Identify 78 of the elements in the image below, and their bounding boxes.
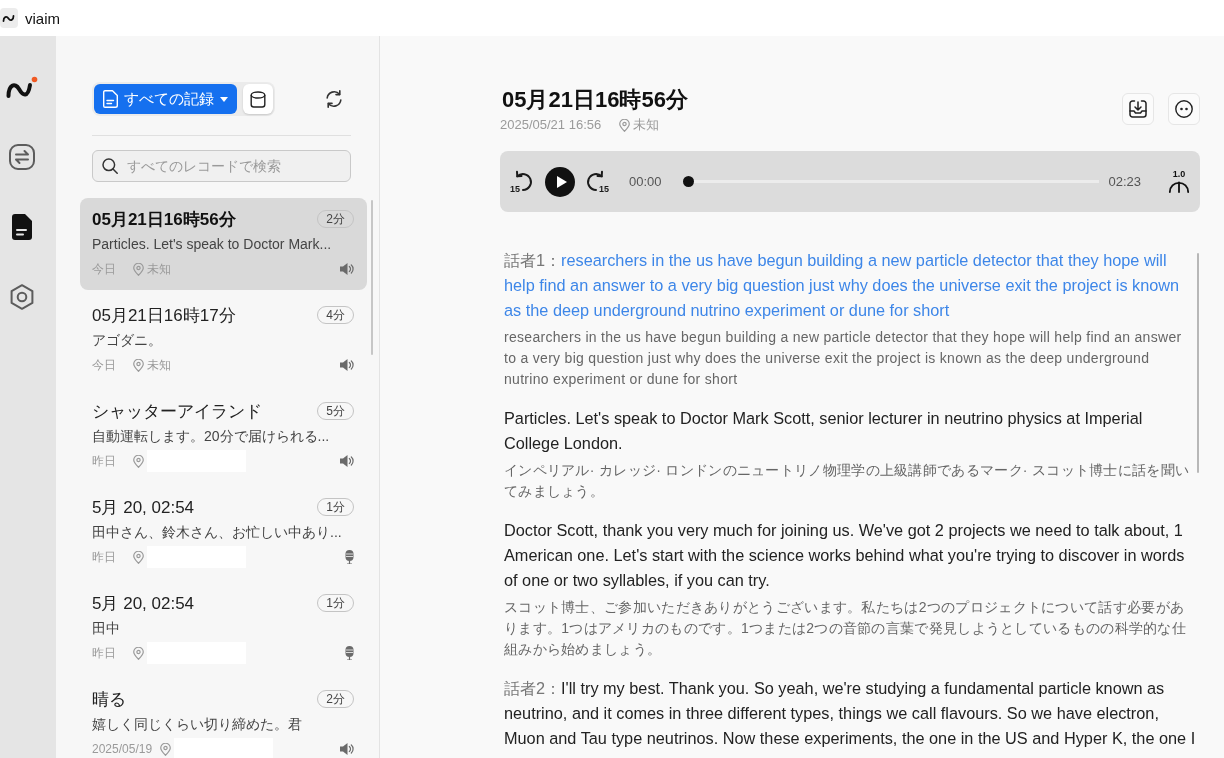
location-pin-icon bbox=[160, 742, 172, 756]
refresh-icon[interactable] bbox=[324, 89, 344, 109]
location-pin-icon bbox=[133, 550, 144, 564]
download-tray-icon bbox=[1129, 100, 1147, 118]
recording-item[interactable]: 5月 20, 02:54 1分 田中さん、鈴木さん、お忙しい中あり... 昨日 bbox=[80, 486, 367, 578]
more-button[interactable] bbox=[1168, 93, 1200, 125]
location-pin-icon bbox=[133, 454, 144, 468]
forward-button[interactable]: 15 bbox=[585, 169, 609, 194]
recording-title: 05月21日16時17分 bbox=[92, 304, 236, 327]
play-button[interactable] bbox=[545, 166, 575, 197]
scrollbar[interactable] bbox=[1197, 253, 1199, 473]
seek-thumb[interactable] bbox=[682, 176, 694, 187]
scrollbar[interactable] bbox=[371, 200, 373, 355]
recording-item[interactable]: 晴る 2分 嬉しく同じくらい切り締めた。君 2025/05/19 bbox=[80, 678, 367, 758]
speaker-icon bbox=[340, 263, 354, 275]
location-pin-icon bbox=[133, 358, 144, 372]
recording-item[interactable]: シャッターアイランド 5分 自動運転します。20分で届けられる... 昨日 bbox=[80, 390, 367, 482]
recording-title: シャッターアイランド bbox=[92, 400, 262, 423]
translation-text: researchers in the us have begun building a new particle detector that they hope will help find an answer to a very big question just why does the universe exit the project is known as the deep underground nutrino experiment or dune for short bbox=[504, 328, 1183, 389]
speed-button[interactable]: 1.0 bbox=[1168, 170, 1190, 193]
microphone-icon bbox=[345, 646, 354, 660]
recording-title: 05月21日16時56分 bbox=[92, 208, 236, 231]
recording-preview: 田中 bbox=[92, 619, 121, 638]
location-pin-icon bbox=[133, 646, 144, 660]
recording-title: 晴る bbox=[92, 688, 126, 711]
recording-heading: 05月21日16時56分 bbox=[502, 86, 688, 114]
recording-preview: 自動運転します。20分で届けられる... bbox=[92, 427, 331, 446]
filter-dropdown[interactable]: すべての記録 bbox=[94, 84, 237, 114]
document-icon[interactable] bbox=[12, 214, 32, 240]
recording-item[interactable]: 05月21日16時56分 2分 Particles. Let's speak to Doctor Mark... 今日 未知 bbox=[80, 198, 367, 290]
recording-location: 未知 bbox=[147, 356, 171, 374]
more-icon bbox=[1175, 100, 1193, 118]
total-time: 02:23 bbox=[1108, 174, 1141, 189]
recording-preview: アゴダニ。 bbox=[92, 331, 163, 350]
recording-date: 今日 bbox=[92, 260, 117, 278]
gauge-icon bbox=[1168, 179, 1190, 193]
app-title: viaim bbox=[25, 9, 60, 27]
recording-location: 未知 bbox=[633, 116, 660, 134]
download-button[interactable] bbox=[1122, 93, 1154, 125]
rewind-button[interactable]: 15 bbox=[510, 169, 534, 194]
play-icon bbox=[556, 175, 567, 188]
recording-date: 2025/05/19 bbox=[92, 742, 153, 756]
storage-button[interactable] bbox=[243, 84, 273, 114]
transcript-text: Doctor Scott, thank you very much for joining us. We've got 2 projects we need to talk about, 1 American one. Let's start with the science works behind what you're trying to discover in words of one or two syllables, if you can try. bbox=[504, 520, 1186, 591]
wave-logo-icon bbox=[6, 76, 38, 100]
translation-text: インペリアル· カレッジ· ロンドンのニュートリノ物理学の上級講師であるマーク· スコット博士に話を聞いてみましょう。 bbox=[504, 461, 1191, 501]
caret-down-icon bbox=[220, 96, 228, 102]
app-logo-icon bbox=[0, 8, 18, 28]
recording-item[interactable]: 05月21日16時17分 4分 アゴダニ。 今日 未知 bbox=[80, 294, 367, 386]
transcript-text: 話者1：researchers in the us have begun building a new particle detector that they hope will help find an answer to a very big question just why does the universe exit the project is known as the deep underground nutrino experiment or dune for short bbox=[504, 250, 1181, 321]
speaker-icon bbox=[340, 359, 354, 371]
speaker-icon bbox=[340, 743, 354, 755]
transcript-text: 話者2：I'll try my best. Thank you. So yeah, we're studying a fundamental particle known as neutrino, and it comes in three different types, things we call flavours. So we have electron, Muon and Tau type neutrinos. Now these experiments, the one in the US and Hyper K, the one I bbox=[504, 678, 1197, 749]
recording-preview: Particles. Let's speak to Doctor Mark... bbox=[92, 235, 333, 254]
search-field[interactable]: すべてのレコードで検索 bbox=[92, 150, 351, 182]
recording-item[interactable]: 5月 20, 02:54 1分 田中 昨日 bbox=[80, 582, 367, 674]
document-icon bbox=[103, 90, 118, 108]
swap-arrows-icon[interactable] bbox=[9, 144, 35, 170]
speaker-icon bbox=[340, 455, 354, 467]
cylinder-icon bbox=[250, 90, 266, 108]
location-pin-icon bbox=[133, 262, 144, 276]
recording-date: 昨日 bbox=[92, 452, 117, 470]
recording-date: 今日 bbox=[92, 356, 117, 374]
recording-timestamp: 2025/05/21 16:56 bbox=[500, 116, 602, 134]
location-pin-icon bbox=[619, 118, 631, 132]
recording-title: 5月 20, 02:54 bbox=[92, 592, 195, 615]
search-icon bbox=[102, 158, 118, 174]
settings-icon[interactable] bbox=[9, 284, 35, 310]
recording-title: 5月 20, 02:54 bbox=[92, 496, 195, 519]
transcript-text: Particles. Let's speak to Doctor Mark Scott, senior lecturer in neutrino physics at Imperial College London. bbox=[504, 408, 1144, 454]
recording-preview: 嬉しく同じくらい切り締めた。君 bbox=[92, 715, 303, 734]
recording-date: 昨日 bbox=[92, 644, 117, 662]
recording-location: 未知 bbox=[147, 260, 171, 278]
elapsed-time: 00:00 bbox=[629, 174, 662, 189]
recording-date: 昨日 bbox=[92, 548, 117, 566]
recording-preview: 田中さん、鈴木さん、お忙しい中あり... bbox=[92, 523, 343, 542]
microphone-icon bbox=[345, 550, 354, 564]
translation-text: スコット博士、ご参加いただきありがとうございます。私たちは2つのプロジェクトについて話す必要があります。1つはアメリカのものです。1つまたは2つの音節の言葉で発見しようとしているものの科学的な仕組みから始めましょう。 bbox=[504, 598, 1188, 659]
